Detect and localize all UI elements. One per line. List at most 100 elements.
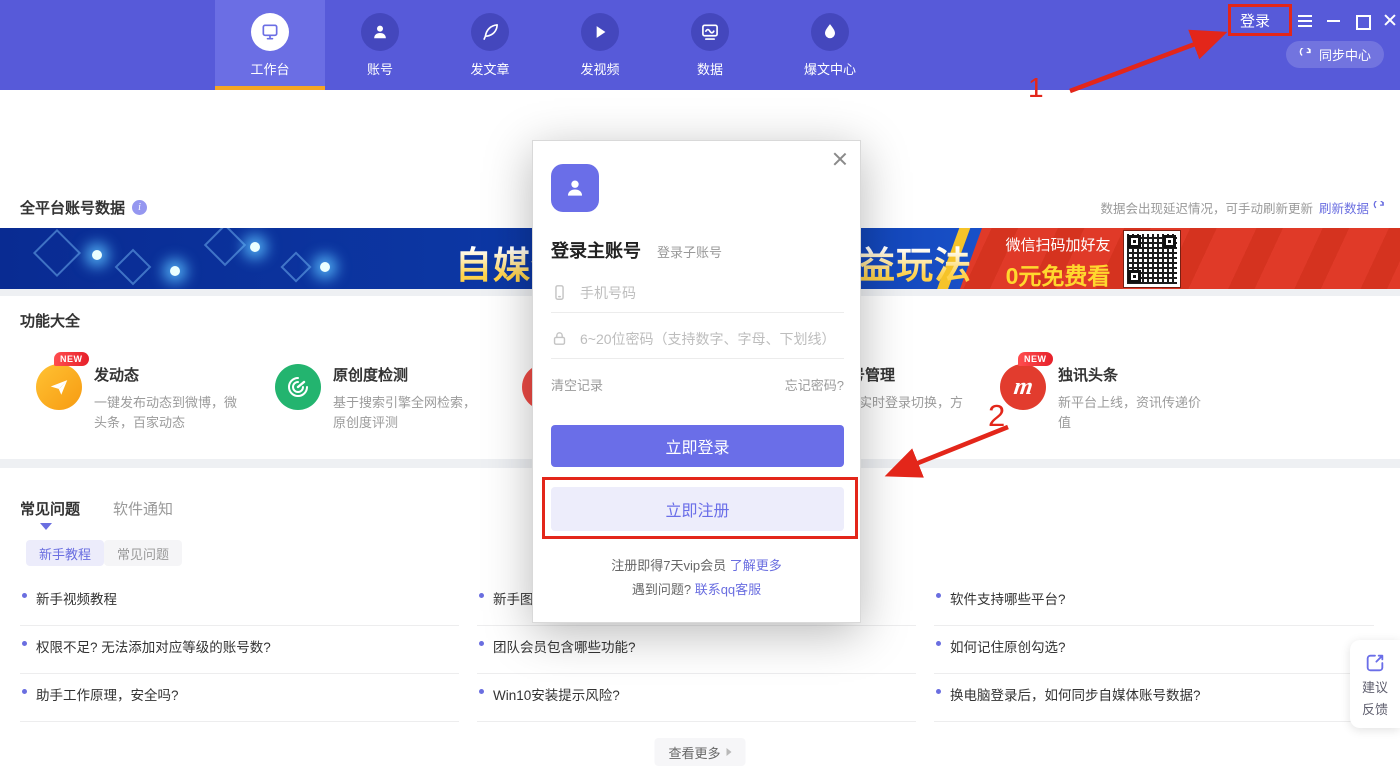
- vip-promo-text: 注册即得7天vip会员: [611, 558, 729, 573]
- feature-desc: 新平台上线，资讯传递价值: [1058, 393, 1210, 433]
- refresh-data-link[interactable]: 刷新数据: [1319, 198, 1386, 217]
- forgot-password-link[interactable]: 忘记密码?: [785, 375, 844, 394]
- bullet-icon: [936, 593, 941, 598]
- nav-item-label: 账号: [367, 59, 393, 78]
- faq-item[interactable]: 权限不足? 无法添加对应等级的账号数?: [20, 632, 477, 680]
- phone-icon: [551, 284, 568, 301]
- faq-item[interactable]: 换电脑登录后，如何同步自媒体账号数据?: [934, 680, 1392, 728]
- faq-item[interactable]: 如何记住原创勾选?: [934, 632, 1392, 680]
- pill-common-questions[interactable]: 常见问题: [104, 540, 182, 566]
- phone-input[interactable]: [580, 285, 844, 301]
- tab-sub-account[interactable]: 登录子账号: [657, 242, 722, 261]
- maximize-icon[interactable]: [1354, 12, 1370, 28]
- active-tab-indicator: [40, 523, 52, 530]
- nav-item-publish-article[interactable]: 发文章: [435, 0, 545, 90]
- nav-item-label: 工作台: [250, 59, 289, 78]
- edit-icon: [1364, 652, 1386, 674]
- avatar: [551, 164, 599, 212]
- bullet-icon: [479, 641, 484, 646]
- menu-icon[interactable]: [1298, 12, 1314, 28]
- feedback-label-line1: 建议: [1362, 677, 1388, 696]
- nav-item-label: 发文章: [470, 59, 509, 78]
- feedback-fab[interactable]: 建议 反馈: [1350, 640, 1400, 728]
- window-controls: [1298, 12, 1398, 28]
- nav-item-hot-articles[interactable]: 爆文中心: [765, 0, 895, 90]
- refresh-icon: [1299, 48, 1313, 62]
- tab-main-account[interactable]: 登录主账号: [551, 237, 641, 263]
- login-now-button[interactable]: 立即登录: [551, 425, 844, 467]
- monitor-icon: [251, 13, 289, 51]
- new-badge: NEW: [1018, 352, 1053, 366]
- register-now-button[interactable]: 立即注册: [551, 487, 844, 531]
- banner-decoration: [115, 249, 152, 286]
- flame-icon: [811, 13, 849, 51]
- minimize-icon[interactable]: [1326, 12, 1342, 28]
- nav-item-label: 数据: [697, 59, 723, 78]
- faq-item[interactable]: 软件支持哪些平台?: [934, 584, 1392, 632]
- chevron-right-icon: [727, 748, 732, 756]
- play-icon: [581, 13, 619, 51]
- login-link[interactable]: 登录: [1240, 10, 1270, 31]
- feedback-label-line2: 反馈: [1362, 699, 1388, 718]
- nav-item-accounts[interactable]: 账号: [325, 0, 435, 90]
- pill-beginner-tutorial[interactable]: 新手教程: [26, 540, 104, 566]
- feature-title: 原创度检测: [333, 364, 485, 385]
- user-icon: [562, 175, 588, 201]
- banner-promo-line1: 微信扫码加好友: [998, 234, 1118, 255]
- banner-decoration: [280, 251, 311, 282]
- refresh-note: 数据会出现延迟情况，可手动刷新更新: [1100, 198, 1313, 217]
- stats-title: 全平台账号数据: [20, 197, 125, 218]
- lock-icon: [551, 330, 568, 347]
- chart-icon: [691, 13, 729, 51]
- sync-center-button[interactable]: 同步中心: [1286, 41, 1384, 68]
- bullet-icon: [936, 641, 941, 646]
- bullet-icon: [22, 593, 27, 598]
- sync-center-label: 同步中心: [1319, 45, 1371, 64]
- user-icon: [361, 13, 399, 51]
- main-nav: 工作台 账号 发文章 发视频: [215, 0, 895, 90]
- tab-faq[interactable]: 常见问题: [20, 498, 80, 519]
- banner-promo-line2: 0元免费看: [998, 257, 1118, 289]
- feature-title: 发动态: [94, 364, 246, 385]
- tab-software-notice[interactable]: 软件通知: [113, 498, 173, 519]
- feature-title: 独讯头条: [1058, 364, 1210, 385]
- bullet-icon: [479, 593, 484, 598]
- banner-decoration: [250, 242, 260, 252]
- bullet-icon: [479, 689, 484, 694]
- qr-code: [1124, 231, 1180, 287]
- nav-item-publish-video[interactable]: 发视频: [545, 0, 655, 90]
- features-title: 功能大全: [20, 310, 80, 331]
- feather-icon: [471, 13, 509, 51]
- faq-item[interactable]: 助手工作原理，安全吗?: [20, 680, 477, 728]
- banner-decoration: [170, 266, 180, 276]
- bullet-icon: [22, 641, 27, 646]
- faq-item[interactable]: 团队会员包含哪些功能?: [477, 632, 934, 680]
- help-text: 遇到问题?: [632, 582, 695, 597]
- feature-desc: 基于搜索引擎全网检索，原创度评测: [333, 393, 485, 433]
- close-icon[interactable]: [1382, 12, 1398, 28]
- info-icon[interactable]: i: [132, 200, 147, 215]
- banner-decoration: [320, 262, 330, 272]
- nav-item-workbench[interactable]: 工作台: [215, 0, 325, 90]
- gauge-icon: [275, 364, 321, 410]
- paper-plane-icon: NEW: [36, 364, 82, 410]
- modal-close-icon[interactable]: [832, 151, 848, 167]
- faq-item[interactable]: Win10安装提示风险?: [477, 680, 934, 728]
- clear-records-link[interactable]: 清空记录: [551, 375, 603, 394]
- duxun-logo-icon: m NEW: [1000, 364, 1046, 410]
- contact-qq-link[interactable]: 联系qq客服: [695, 582, 761, 597]
- faq-item[interactable]: 新手视频教程: [20, 584, 477, 632]
- refresh-icon: [1373, 201, 1386, 214]
- feature-desc: 一键发布动态到微博，微头条，百家动态: [94, 393, 246, 433]
- bullet-icon: [936, 689, 941, 694]
- bullet-icon: [22, 689, 27, 694]
- banner-decoration: [92, 250, 102, 260]
- new-badge: NEW: [54, 352, 89, 366]
- nav-item-data[interactable]: 数据: [655, 0, 765, 90]
- learn-more-link[interactable]: 了解更多: [730, 558, 782, 573]
- view-more-button[interactable]: 查看更多: [654, 738, 745, 766]
- banner-headline-right: 益玩法: [858, 235, 972, 289]
- app-window: 工作台 账号 发文章 发视频: [0, 0, 1400, 768]
- banner-decoration: [33, 229, 81, 277]
- password-input[interactable]: [580, 331, 844, 347]
